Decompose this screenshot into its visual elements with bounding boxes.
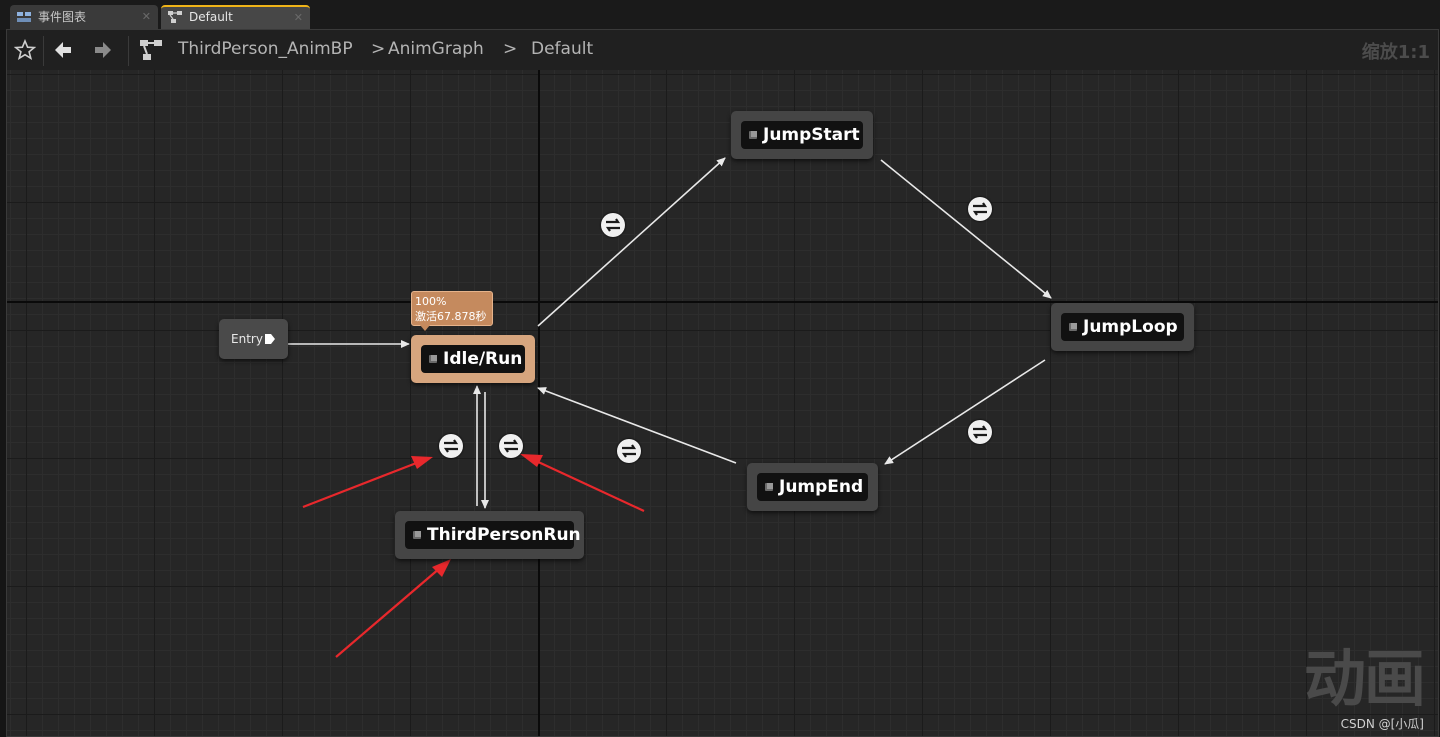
state-node-body: ThirdPersonRun — [405, 521, 581, 549]
close-icon[interactable]: ✕ — [294, 7, 303, 28]
state-icon — [765, 483, 773, 491]
state-label: Idle/Run — [443, 349, 523, 369]
active-state-tooltip: 100% 激活67.878秒 — [411, 291, 493, 331]
graph-canvas[interactable]: Entry 100% 激活67.878秒 Idle/Run JumpStart … — [7, 70, 1438, 736]
graph-watermark: 动画 — [1303, 642, 1426, 715]
tab-label: Default — [189, 10, 233, 24]
state-machine-icon — [140, 40, 162, 60]
state-label: ThirdPersonRun — [427, 525, 581, 545]
transition-rule-icon — [972, 202, 988, 216]
tab-label: 事件图表 — [38, 10, 87, 24]
tab-event-graph[interactable]: 事件图表 ✕ — [10, 5, 158, 29]
entry-node[interactable]: Entry — [219, 319, 288, 359]
transition-wires — [288, 157, 1052, 658]
star-icon — [14, 39, 36, 61]
state-node-body: JumpLoop — [1061, 313, 1184, 341]
breadcrumb-item[interactable]: ThirdPerson_AnimBP — [178, 39, 353, 59]
state-icon — [413, 531, 421, 539]
transition-wire-jumploop-to-jumpend — [884, 359, 1046, 465]
transition-rule-icon — [503, 439, 519, 453]
state-node-jump-end[interactable]: JumpEnd — [747, 463, 878, 511]
transition-rule-icon — [443, 439, 459, 453]
transition-rule-idle-to-run[interactable] — [499, 434, 523, 458]
exec-pin-icon[interactable] — [264, 333, 276, 345]
transition-rule-idle-to-jumpstart[interactable] — [601, 213, 625, 237]
toolbar-divider — [43, 36, 44, 66]
credit-watermark: CSDN @[小瓜] — [1340, 717, 1424, 731]
state-label: JumpEnd — [779, 477, 864, 497]
state-node-body: JumpEnd — [757, 473, 868, 501]
favorite-button[interactable] — [11, 36, 39, 64]
blend-weight: 100% — [415, 295, 447, 308]
breadcrumb-separator: > — [503, 39, 518, 59]
graph-toolbar: ThirdPerson_AnimBP > AnimGraph > Default… — [7, 30, 1438, 70]
arrow-left-icon — [55, 42, 71, 58]
state-node-jump-loop[interactable]: JumpLoop — [1051, 303, 1194, 351]
back-button[interactable] — [49, 36, 77, 64]
event-graph-icon — [17, 12, 31, 22]
entry-label: Entry — [231, 332, 263, 346]
breadcrumb-separator: > — [371, 39, 386, 59]
transition-rule-icon — [972, 425, 988, 439]
state-node-third-person-run[interactable]: ThirdPersonRun — [395, 511, 584, 559]
state-node-body: JumpStart — [741, 121, 863, 149]
state-icon — [429, 355, 437, 363]
annotation-arrow — [302, 456, 433, 509]
transition-rule-jumpstart-to-jumploop[interactable] — [968, 197, 992, 221]
transition-rule-jumpend-to-idle[interactable] — [617, 439, 641, 463]
state-machine-button[interactable] — [137, 36, 165, 64]
state-icon — [1069, 323, 1077, 331]
transition-rule-run-to-idle[interactable] — [439, 434, 463, 458]
state-node-body: Idle/Run — [421, 345, 525, 373]
transition-rule-icon — [621, 444, 637, 458]
annotation-arrow — [335, 559, 451, 658]
transition-wire-jumpstart-to-jumploop — [880, 159, 1052, 299]
active-time: 激活67.878秒 — [415, 310, 487, 323]
transition-wire-idle-to-jumpstart — [537, 157, 726, 327]
forward-button[interactable] — [89, 36, 117, 64]
tab-bar: 事件图表 ✕ Default ✕ — [0, 0, 1440, 30]
toolbar-divider — [128, 36, 129, 66]
state-icon — [749, 131, 757, 139]
arrow-right-icon — [95, 42, 111, 58]
transition-rule-icon — [605, 218, 621, 232]
close-icon[interactable]: ✕ — [142, 5, 151, 29]
state-label: JumpStart — [763, 125, 860, 145]
transition-rule-jumploop-to-jumpend[interactable] — [968, 420, 992, 444]
state-machine-icon — [168, 11, 182, 23]
breadcrumb-item[interactable]: AnimGraph — [388, 39, 484, 59]
state-label: JumpLoop — [1083, 317, 1178, 337]
zoom-label: 缩放1:1 — [1361, 42, 1430, 63]
tab-default[interactable]: Default ✕ — [161, 5, 310, 29]
state-node-idle-run[interactable]: Idle/Run — [411, 335, 535, 383]
state-node-jump-start[interactable]: JumpStart — [731, 111, 873, 159]
breadcrumb-item[interactable]: Default — [531, 39, 593, 59]
